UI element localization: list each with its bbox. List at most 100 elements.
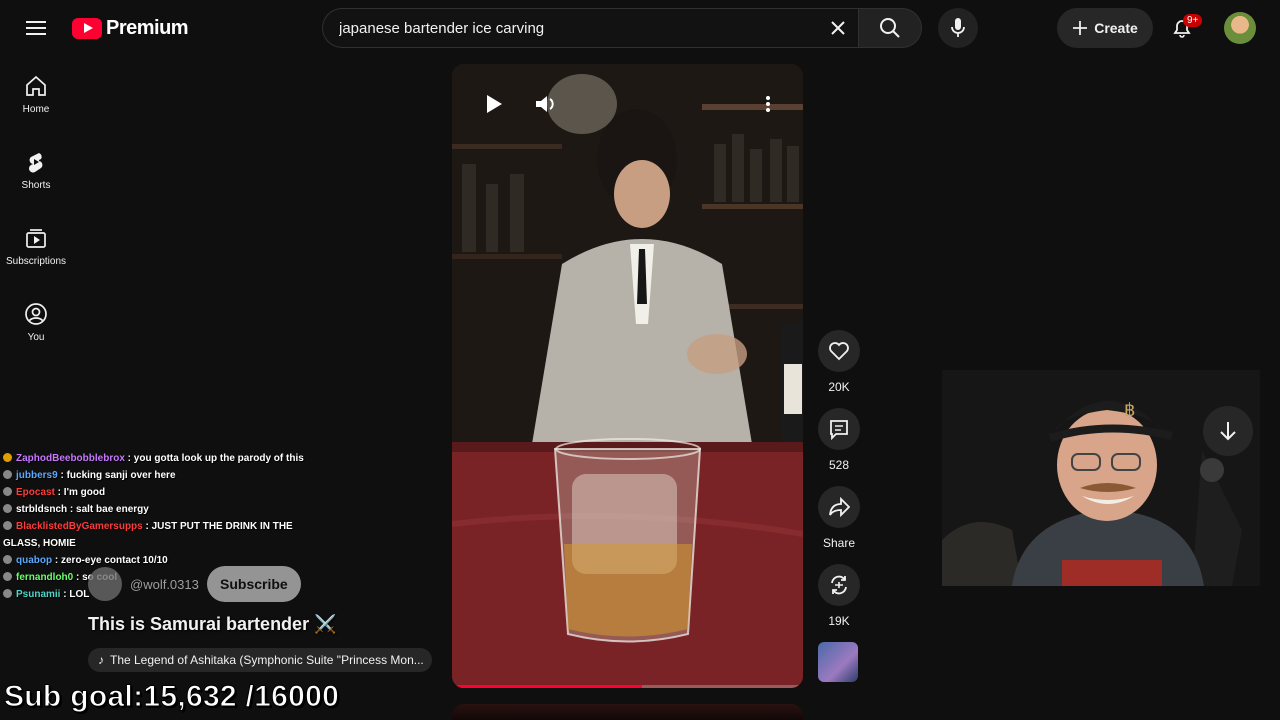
- chat-separator: :: [54, 487, 64, 498]
- chat-username: Psunamii: [16, 589, 61, 600]
- action-rail: 20K 528 Share 19K: [818, 330, 860, 682]
- chat-username: fernandloh0: [16, 572, 74, 583]
- play-button[interactable]: [482, 92, 506, 116]
- sidebar-item-home[interactable]: Home: [0, 56, 72, 132]
- arrow-down-icon: [1220, 422, 1236, 441]
- short-title[interactable]: This is Samurai bartender ⚔️: [88, 614, 336, 635]
- progress-bar-fill: [452, 685, 642, 688]
- masthead: Premium Create 9+: [0, 0, 1280, 56]
- search-bar: [322, 8, 922, 48]
- sidebar-item-label: Shorts: [21, 179, 51, 191]
- comments-button[interactable]: [818, 408, 860, 450]
- chat-username: jubbers9: [16, 470, 58, 481]
- more-options-button[interactable]: [756, 92, 780, 116]
- chat-separator: :: [142, 521, 152, 532]
- streamer-webcam: ฿: [942, 370, 1260, 586]
- remix-count: 19K: [828, 614, 850, 628]
- shorts-icon: [28, 152, 43, 173]
- like-button[interactable]: [818, 330, 860, 372]
- chat-text: fucking sanji over here: [66, 470, 176, 481]
- chat-text: zero-eye contact 10/10: [61, 555, 168, 566]
- shorts-player[interactable]: [452, 64, 803, 688]
- sub-goal-label: Sub goal:: [3, 680, 144, 714]
- youtube-play-icon: [72, 17, 102, 39]
- sub-goal-overlay: Sub goal:15,632 /16000: [3, 680, 340, 714]
- chat-separator: :: [67, 504, 77, 515]
- chat-badge-icon: [3, 572, 12, 581]
- remix-icon: [831, 575, 847, 595]
- chat-badge-icon: [3, 470, 12, 479]
- chat-message: BlacklistedByGamersupps : JUST PUT THE D…: [0, 518, 316, 552]
- next-short-button[interactable]: [1203, 406, 1253, 456]
- chat-badge-icon: [3, 453, 12, 462]
- next-short-preview: [452, 704, 803, 720]
- you-icon: [25, 302, 47, 325]
- chat-message: Epocast : I'm good: [0, 484, 316, 501]
- chat-message: ZaphodBeebobblebrox : you gotta look up …: [0, 450, 316, 467]
- remix-button[interactable]: [818, 564, 860, 606]
- comment-count: 528: [828, 458, 850, 472]
- share-button[interactable]: [818, 486, 860, 528]
- plus-icon: [1073, 21, 1088, 35]
- search-button[interactable]: [858, 8, 922, 48]
- sidebar-item-shorts[interactable]: Shorts: [0, 132, 72, 208]
- chat-username: BlacklistedByGamersupps: [16, 521, 143, 532]
- chat-username: strbldsnch: [16, 504, 68, 515]
- create-label: Create: [1094, 20, 1138, 36]
- sidebar-item-label: Home: [22, 103, 50, 115]
- progress-bar[interactable]: [452, 685, 803, 688]
- close-icon: [831, 21, 845, 35]
- share-action: Share: [818, 486, 860, 550]
- channel-avatar[interactable]: [88, 567, 122, 601]
- search-box: [322, 8, 858, 48]
- comment-action: 528: [818, 408, 860, 472]
- create-button[interactable]: Create: [1057, 8, 1153, 48]
- shorts-page: Premium Create 9+: [0, 0, 1280, 720]
- share-label: Share: [822, 536, 856, 550]
- music-pill[interactable]: ♪ The Legend of Ashitaka (Symphonic Suit…: [88, 648, 432, 672]
- chat-username: quabop: [16, 555, 53, 566]
- mute-button[interactable]: [534, 92, 558, 116]
- sub-goal-value: 15,632 /16000: [143, 680, 340, 714]
- clear-search-button[interactable]: [818, 8, 858, 48]
- chat-username: Epocast: [16, 487, 55, 498]
- chat-text: I'm good: [63, 487, 106, 498]
- video-frame: [452, 64, 803, 688]
- mini-guide: Home Shorts Subscriptions You: [0, 56, 72, 360]
- volume-icon: [536, 96, 554, 112]
- chat-badge-icon: [3, 521, 12, 530]
- channel-row: @wolf.0313 Subscribe: [88, 566, 301, 602]
- chat-separator: :: [57, 470, 67, 481]
- home-icon: [26, 75, 46, 96]
- chat-message: jubbers9 : fucking sanji over here: [0, 467, 316, 484]
- chat-badge-icon: [3, 504, 12, 513]
- chat-text: you gotta look up the parody of this: [133, 453, 304, 464]
- play-icon: [487, 95, 502, 113]
- voice-search-button[interactable]: [938, 8, 978, 48]
- chat-separator: :: [73, 572, 83, 583]
- sidebar-item-label: You: [27, 331, 45, 343]
- youtube-premium-logo[interactable]: Premium: [72, 16, 189, 40]
- sidebar-item-subscriptions[interactable]: Subscriptions: [0, 208, 72, 284]
- channel-name[interactable]: @wolf.0313: [130, 577, 199, 592]
- account-avatar[interactable]: [1224, 12, 1256, 44]
- heart-icon: [829, 342, 849, 361]
- chat-text: salt bae energy: [76, 504, 149, 515]
- chat-message: strbldsnch : salt bae energy: [0, 501, 316, 518]
- guide-menu-button[interactable]: [16, 8, 56, 48]
- svg-text:฿: ฿: [1124, 400, 1135, 421]
- chat-badge-icon: [3, 555, 12, 564]
- subscriptions-icon: [26, 228, 46, 248]
- notifications-button[interactable]: 9+: [1162, 8, 1203, 48]
- hamburger-icon: [26, 21, 46, 35]
- logo-text: Premium: [106, 16, 189, 39]
- like-action: 20K: [818, 330, 860, 394]
- sound-thumbnail[interactable]: [818, 642, 858, 682]
- more-vertical-icon: [766, 96, 770, 112]
- microphone-icon: [951, 18, 965, 37]
- search-input[interactable]: [339, 19, 818, 37]
- remix-action: 19K: [818, 564, 860, 628]
- webcam-frame: ฿: [942, 370, 1260, 586]
- sidebar-item-you[interactable]: You: [0, 284, 72, 360]
- subscribe-button[interactable]: Subscribe: [206, 566, 301, 602]
